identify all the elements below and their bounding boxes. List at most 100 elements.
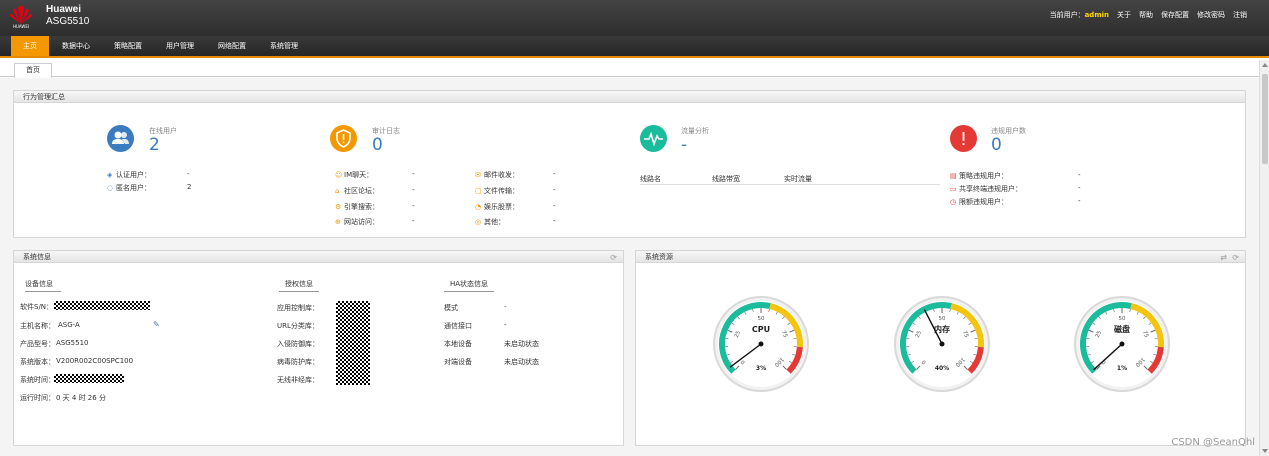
refresh-icon[interactable]: ⟳ <box>610 253 617 262</box>
hostname-value: ASG-A <box>58 321 80 329</box>
save-config-link[interactable]: 保存配置 <box>1161 10 1189 20</box>
audit-row-forum-value: - <box>412 186 415 194</box>
license-info-title: 授权信息 <box>279 279 319 292</box>
audit-row-search: ⚙ 引擎搜索： <box>335 202 379 212</box>
shield-check-icon: ◈ <box>107 171 113 179</box>
gauge-1: 0255075100内存40% <box>894 296 990 392</box>
globe-icon: ⊕ <box>335 218 341 226</box>
violation-value[interactable]: 0 <box>991 135 1002 155</box>
refresh-icon[interactable]: ⟳ <box>1232 253 1239 262</box>
license-app-label: 应用控制库： <box>277 304 319 312</box>
model-label: 产品型号： <box>20 340 55 348</box>
systime-redacted <box>54 374 124 383</box>
audit-row-im: ☺ IM聊天： <box>335 170 373 180</box>
violation-row-policy-value: - <box>1078 171 1081 179</box>
chat-icon: ☺ <box>335 171 343 179</box>
watermark: CSDN @SeanQhl <box>1171 437 1255 448</box>
gauge-2: 0255075100磁盘1% <box>1074 296 1170 392</box>
violation-row-quota-label: 限额违规用户： <box>959 198 1008 206</box>
tab-home[interactable]: 首页 <box>14 63 52 78</box>
file-icon: ▢ <box>475 187 482 195</box>
nav-system-management[interactable]: 系统管理 <box>262 36 306 56</box>
scroll-down-arrow-icon[interactable] <box>1262 449 1268 453</box>
gauges-area: 0255075100CPU3%0255075100内存40%0255075100… <box>713 296 1170 392</box>
nav-home[interactable]: 主页 <box>11 36 49 56</box>
anon-users-value: 2 <box>187 183 192 191</box>
audit-row-web-value: - <box>412 217 415 225</box>
device-info-title: 设备信息 <box>25 279 61 292</box>
search-engine-icon: ⚙ <box>335 203 342 211</box>
audit-row-search-label: 引擎搜索： <box>344 203 379 211</box>
behavior-summary-panel: 行为管理汇总 在线用户 2 ◈ 认证用户： - ◌ 匿名用户： 2 审计日志 0 ☺… <box>13 90 1246 238</box>
monitor-icon: ▭ <box>950 185 957 193</box>
audit-row-file-value: - <box>553 186 556 194</box>
traffic-col-line-name: 线路名 <box>640 175 661 183</box>
brand: Huawei ASG5510 <box>46 4 89 27</box>
violation-row-quota: ◷ 限额违规用户： <box>950 197 1008 207</box>
logout-link[interactable]: 注销 <box>1233 10 1247 20</box>
gauge-hub <box>1119 341 1125 347</box>
audit-row-forum-label: 社区论坛： <box>344 187 379 195</box>
anon-users-row: ◌ 匿名用户： <box>107 183 151 193</box>
help-link[interactable]: 帮助 <box>1139 10 1153 20</box>
gauge-0: 0255075100CPU3% <box>713 296 809 392</box>
brand-name: Huawei <box>46 4 82 15</box>
sn-label: 软件S/N： <box>20 303 54 311</box>
uptime-value: 0 天 4 时 26 分 <box>56 394 106 402</box>
system-resources-panel: 系统资源 ⇄ ⟳ 0 25 50 75 100 CPU 3% 0 25 50 75 100 内存 40% 0… <box>635 250 1246 446</box>
audit-row-entertainment: ◔ 娱乐股票： <box>475 202 519 212</box>
gauge-tick-label: 50 <box>939 316 946 322</box>
system-info-panel: 系统信息 ⟳ 设备信息 软件S/N： 主机名称： ASG-A ✎ 产品型号： A… <box>13 250 624 446</box>
scroll-up-arrow-icon[interactable] <box>1262 63 1268 67</box>
audit-row-search-value: - <box>412 202 415 210</box>
edit-icon[interactable]: ✎ <box>153 320 160 329</box>
stock-icon: ◔ <box>475 203 482 211</box>
switch-icon[interactable]: ⇄ <box>1220 253 1227 262</box>
nav-policy-config[interactable]: 策略配置 <box>106 36 150 56</box>
license-wireless-label: 无线非经库： <box>277 376 319 384</box>
scroll-thumb[interactable] <box>1262 74 1268 164</box>
nav-data-center[interactable]: 数据中心 <box>54 36 98 56</box>
vertical-scrollbar[interactable] <box>1259 60 1269 456</box>
audit-row-im-value: - <box>412 170 415 178</box>
tab-strip: 首页 <box>0 60 1259 78</box>
ha-iface-label: 通信接口 <box>444 322 472 330</box>
main-nav: 主页 数据中心 策略配置 用户管理 网络配置 系统管理 <box>0 36 1269 58</box>
violation-row-quota-value: - <box>1078 197 1081 205</box>
hostname-label: 主机名称： <box>20 322 55 330</box>
violation-row-policy-label: 策略违规用户： <box>959 172 1008 180</box>
uptime-label: 运行时间： <box>20 394 55 402</box>
violation-row-shared: ▭ 共享终端违规用户： <box>950 184 1022 194</box>
pulse-icon <box>640 125 667 152</box>
violation-row-shared-value: - <box>1078 184 1081 192</box>
traffic-value[interactable]: - <box>681 135 687 155</box>
license-av-label: 病毒防护库： <box>277 358 319 366</box>
nav-network-config[interactable]: 网络配置 <box>210 36 254 56</box>
anon-users-label: 匿名用户： <box>116 184 151 192</box>
system-info-title: 系统信息 <box>14 251 623 263</box>
change-password-link[interactable]: 修改密码 <box>1197 10 1225 20</box>
about-link[interactable]: 关于 <box>1117 10 1131 20</box>
auth-users-label: 认证用户： <box>116 171 151 179</box>
gauge-label: 磁盘 <box>1114 324 1130 334</box>
traffic-header-divider <box>640 184 940 185</box>
audit-row-forum: ⌂ 社区论坛： <box>335 186 379 196</box>
audit-shield-icon <box>330 125 357 152</box>
current-user: admin <box>1084 11 1109 19</box>
audit-log-value[interactable]: 0 <box>372 135 383 155</box>
gauge-readout: 3% <box>756 365 766 372</box>
system-resources-title: 系统资源 <box>636 251 1245 263</box>
top-links: 当前用户：admin 关于 帮助 保存配置 修改密码 注销 <box>1050 10 1247 20</box>
online-users-value[interactable]: 2 <box>149 135 160 155</box>
audit-row-web-label: 网站访问： <box>344 218 379 226</box>
current-user-prefix: 当前用户： <box>1049 11 1085 19</box>
gauge-hub <box>758 341 764 347</box>
top-header: HUAWEI Huawei ASG5510 当前用户：admin 关于 帮助 保… <box>0 0 1269 36</box>
audit-row-entertainment-value: - <box>553 202 556 210</box>
anonymous-user-icon: ◌ <box>107 184 114 192</box>
audit-row-other-label: 其他： <box>484 218 505 226</box>
gauge-label: CPU <box>752 325 770 334</box>
device-model: ASG5510 <box>46 16 90 27</box>
audit-row-file-label: 文件传输： <box>484 187 519 195</box>
nav-user-management[interactable]: 用户管理 <box>158 36 202 56</box>
